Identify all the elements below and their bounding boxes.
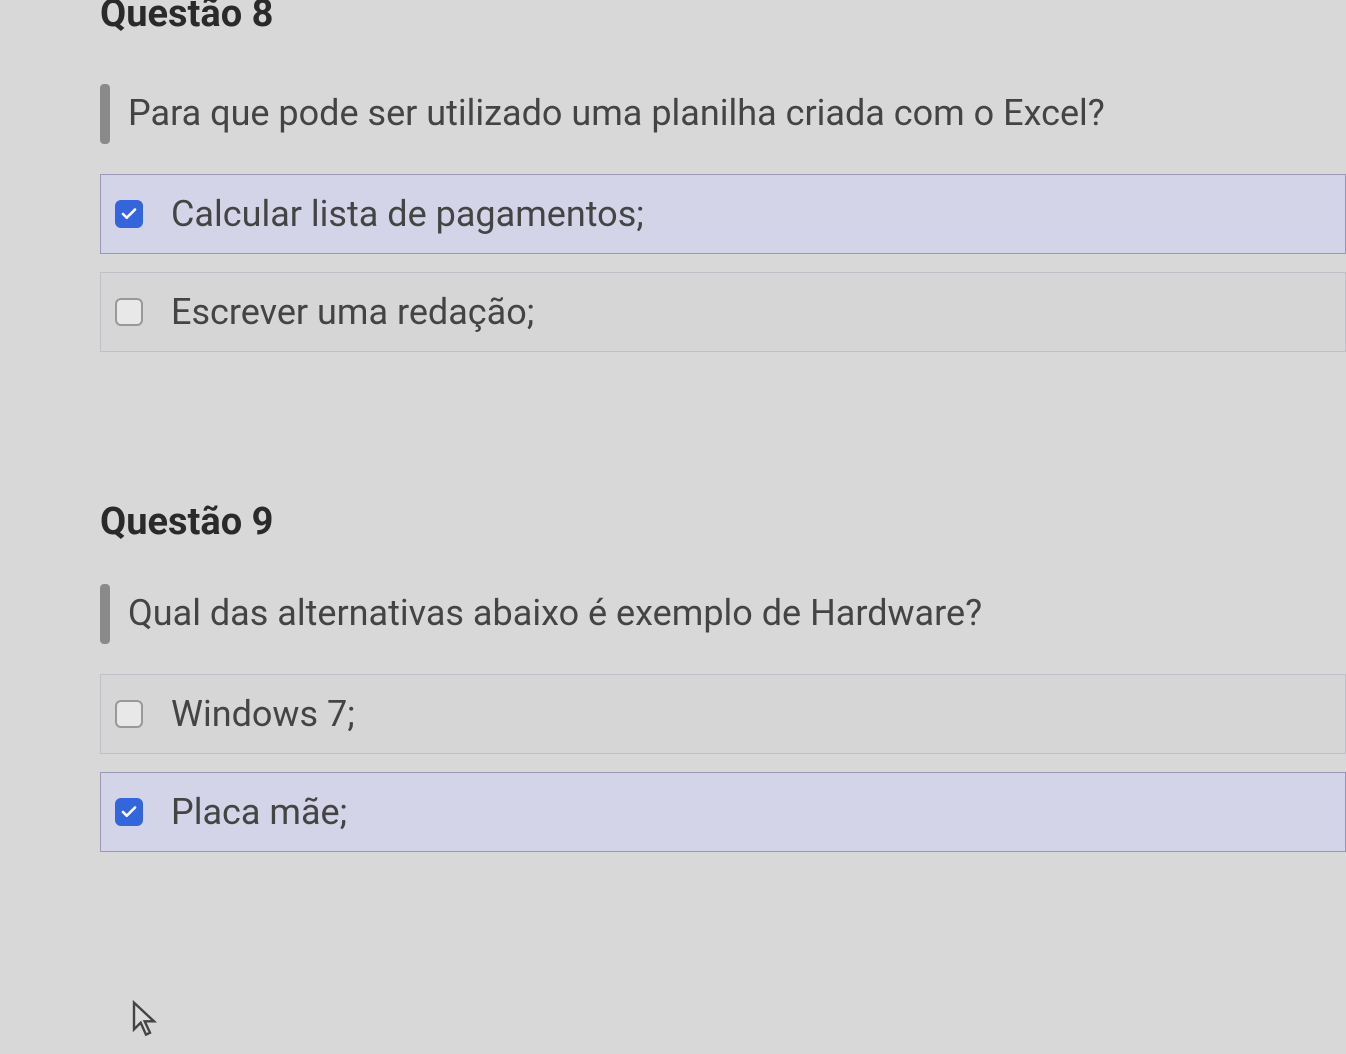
question-8-prompt: Para que pode ser utilizado uma planilha… <box>128 84 1105 144</box>
option-label: Escrever uma redação; <box>171 291 534 333</box>
option-label: Windows 7; <box>171 693 355 735</box>
question-9-title: Questão 9 <box>100 500 1346 544</box>
question-9-option-2[interactable]: Placa mãe; <box>100 772 1346 852</box>
question-9-option-1[interactable]: Windows 7; <box>100 674 1346 754</box>
option-label: Calcular lista de pagamentos; <box>171 193 644 235</box>
question-8-option-1[interactable]: Calcular lista de pagamentos; <box>100 174 1346 254</box>
checkbox-unchecked-icon[interactable] <box>115 298 143 326</box>
question-9-prompt-row: Qual das alternativas abaixo é exemplo d… <box>100 584 1346 644</box>
question-8-option-2[interactable]: Escrever uma redação; <box>100 272 1346 352</box>
checkbox-unchecked-icon[interactable] <box>115 700 143 728</box>
checkbox-checked-icon[interactable] <box>115 798 143 826</box>
question-9-prompt: Qual das alternativas abaixo é exemplo d… <box>128 584 982 644</box>
checkbox-checked-icon[interactable] <box>115 200 143 228</box>
question-accent-bar <box>100 84 110 144</box>
mouse-cursor-icon <box>130 1000 162 1044</box>
option-label: Placa mãe; <box>171 791 347 833</box>
question-accent-bar <box>100 584 110 644</box>
question-8-prompt-row: Para que pode ser utilizado uma planilha… <box>100 84 1346 144</box>
question-8-title: Questão 8 <box>100 0 1346 36</box>
